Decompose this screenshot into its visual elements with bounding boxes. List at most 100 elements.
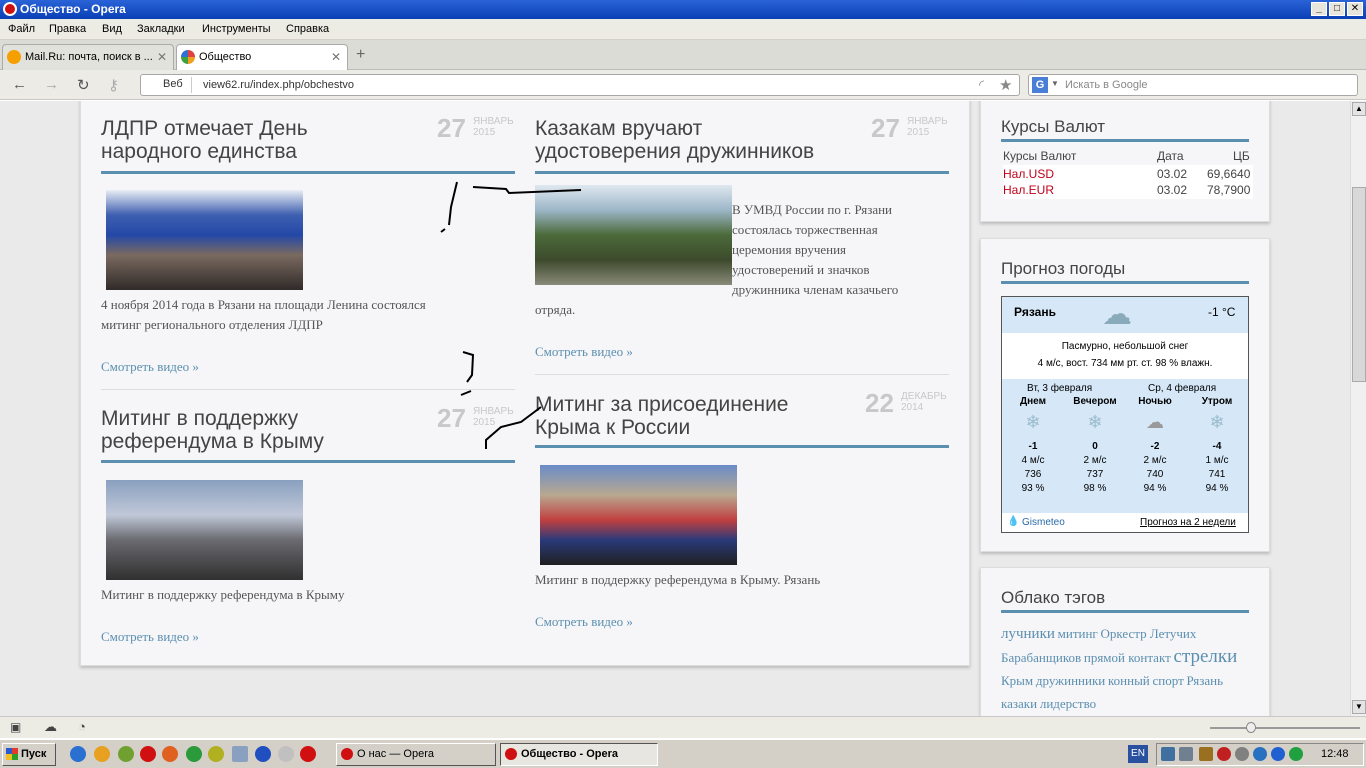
tag-link[interactable]: казаки xyxy=(1001,696,1037,711)
tray-icon[interactable] xyxy=(1235,747,1249,761)
language-indicator[interactable]: EN xyxy=(1128,745,1148,763)
menu-help[interactable]: Справка xyxy=(286,23,329,35)
scroll-down-icon[interactable]: ▼ xyxy=(1352,700,1366,714)
snow-cloud-icon: ☁ xyxy=(1102,298,1132,331)
menu-file[interactable]: Файл xyxy=(8,23,35,35)
zoom-slider[interactable] xyxy=(1210,727,1360,729)
firefox-icon[interactable] xyxy=(162,746,178,762)
chevron-down-icon[interactable]: ▼ xyxy=(1051,79,1059,88)
tab-label: Mail.Ru: почта, поиск в ... xyxy=(25,51,153,63)
tag-link[interactable]: прямой контакт xyxy=(1084,650,1171,665)
scroll-thumb[interactable] xyxy=(1352,187,1366,382)
tray-icon[interactable] xyxy=(1271,747,1285,761)
back-icon[interactable]: ← xyxy=(12,76,27,93)
forecast-period: Утром ❄ -4 1 м/с 741 94 % xyxy=(1192,396,1242,494)
app-icon[interactable] xyxy=(94,746,110,762)
web-badge[interactable]: Веб xyxy=(145,77,192,93)
turbo-cloud-icon[interactable]: ☁ xyxy=(44,719,57,735)
tab-mailru[interactable]: Mail.Ru: почта, поиск в ... ✕ xyxy=(2,44,174,70)
forecast-period: Вечером ❄ 0 2 м/с 737 98 % xyxy=(1070,396,1120,494)
app-icon[interactable] xyxy=(208,746,224,762)
menu-view[interactable]: Вид xyxy=(102,23,122,35)
table-row: Нал.EUR 03.02 78,7900 xyxy=(1003,182,1253,199)
windows-logo-icon xyxy=(6,748,18,760)
tray-icon[interactable] xyxy=(1179,747,1193,761)
google-icon[interactable]: G xyxy=(1032,77,1048,93)
weather-details: 4 м/с, вост. 734 мм рт. ст. 98 % влажн. xyxy=(1037,358,1213,369)
tag-link[interactable]: спорт xyxy=(1153,673,1184,688)
tag-link[interactable]: Рязань xyxy=(1187,673,1224,688)
opera-icon[interactable] xyxy=(300,746,316,762)
url-field[interactable]: Веб view62.ru/index.php/obchestvo ◜ ★ xyxy=(140,74,1020,96)
snow-icon: ❄ xyxy=(1025,412,1041,432)
tray-icon[interactable] xyxy=(1253,747,1267,761)
speed-dial-icon[interactable]: ◔ xyxy=(78,719,86,734)
clock[interactable]: 12:48 xyxy=(1321,748,1349,760)
reload-icon[interactable]: ↻ xyxy=(77,76,90,94)
two-week-forecast-link[interactable]: Прогноз на 2 недели xyxy=(1140,517,1236,528)
menu-edit[interactable]: Правка xyxy=(49,23,86,35)
close-icon[interactable]: ✕ xyxy=(157,50,167,64)
widget-title: Курсы Валют xyxy=(1001,117,1105,136)
status-bar: ▣ ☁ ◔ xyxy=(0,716,1366,738)
gismeteo-informer[interactable]: Рязань ☁ -1 °C Пасмурно, небольшой снег … xyxy=(1001,296,1249,533)
weather-temp: -1 °C xyxy=(1208,305,1236,319)
key-icon[interactable]: ⚷ xyxy=(108,76,119,94)
maximize-button[interactable]: □ xyxy=(1329,2,1345,16)
tag-link[interactable]: Крым xyxy=(1001,673,1033,688)
tray-icon[interactable] xyxy=(1217,747,1231,761)
tag-link[interactable]: стрелки xyxy=(1174,646,1238,667)
vertical-scrollbar[interactable]: ▲ ▼ xyxy=(1350,101,1366,716)
forward-icon[interactable]: → xyxy=(44,76,59,93)
drop-icon: 💧 xyxy=(1007,516,1020,527)
hand-drawn-marks xyxy=(440,181,582,449)
tag-link[interactable]: Оркестр Летучих xyxy=(1101,626,1197,641)
app-icon[interactable] xyxy=(118,746,134,762)
tag-link[interactable]: лидерство xyxy=(1040,696,1096,711)
menu-bookmarks[interactable]: Закладки xyxy=(137,23,185,35)
tag-link[interactable]: дружинники xyxy=(1036,673,1105,688)
title-underline xyxy=(1001,281,1249,284)
tag-link[interactable]: лучники xyxy=(1001,626,1055,642)
search-field[interactable]: G ▼ Искать в Google xyxy=(1028,74,1358,96)
utorrent-icon[interactable] xyxy=(186,746,202,762)
tag-link[interactable]: Барабанщиков xyxy=(1001,650,1081,665)
minimize-button[interactable]: _ xyxy=(1311,2,1327,16)
bluetooth-icon[interactable] xyxy=(255,746,271,762)
url-text[interactable]: view62.ru/index.php/obchestvo xyxy=(203,79,354,91)
close-icon[interactable]: ✕ xyxy=(331,50,341,64)
currency-table: Курсы Валют Дата ЦБ Нал.USD 03.02 69,664… xyxy=(1003,149,1253,199)
tag-cloud-widget: Облако тэгов лучники митинг Оркестр Лету… xyxy=(980,567,1270,716)
close-button[interactable]: ✕ xyxy=(1347,2,1363,16)
ie-icon[interactable] xyxy=(70,746,86,762)
tray-icon[interactable] xyxy=(1289,747,1303,761)
opera-icon[interactable] xyxy=(140,746,156,762)
start-button[interactable]: Пуск xyxy=(2,743,56,766)
new-tab-button[interactable]: + xyxy=(356,46,365,64)
zoom-slider-handle[interactable] xyxy=(1246,722,1256,733)
taskbar-button[interactable]: О нас — Opera xyxy=(336,743,496,766)
cloud-icon: ☁ xyxy=(1146,412,1164,432)
snow-icon: ❄ xyxy=(1087,412,1103,432)
menu-tools[interactable]: Инструменты xyxy=(202,23,271,35)
taskbar-button-active[interactable]: Общество - Opera xyxy=(500,743,658,766)
app-icon[interactable] xyxy=(278,746,294,762)
table-header: Курсы Валют Дата ЦБ xyxy=(1003,149,1250,163)
window-titlebar: Общество - Opera _ □ ✕ xyxy=(0,0,1366,19)
app-icon[interactable] xyxy=(232,746,248,762)
scroll-up-icon[interactable]: ▲ xyxy=(1352,102,1366,116)
tag-link[interactable]: конный xyxy=(1108,673,1150,688)
bookmark-star-icon[interactable]: ★ xyxy=(999,76,1012,94)
mailru-icon xyxy=(7,50,21,64)
tag-link[interactable]: митинг xyxy=(1058,626,1098,641)
articles-panel: ЛДПР отмечает День народного единства 27 Я… xyxy=(80,101,970,666)
rss-icon[interactable]: ◜ xyxy=(979,77,984,93)
currency-widget: Курсы Валют Курсы Валют Дата ЦБ Нал.USD … xyxy=(980,101,1270,222)
title-underline xyxy=(1001,610,1249,613)
tray-icon[interactable] xyxy=(1199,747,1213,761)
tray-icon[interactable] xyxy=(1161,747,1175,761)
title-underline xyxy=(1001,139,1249,142)
panel-toggle-icon[interactable]: ▣ xyxy=(10,720,21,734)
gismeteo-brand[interactable]: Gismeteo xyxy=(1022,517,1065,528)
tab-obshchestvo[interactable]: Общество ✕ xyxy=(176,44,348,70)
